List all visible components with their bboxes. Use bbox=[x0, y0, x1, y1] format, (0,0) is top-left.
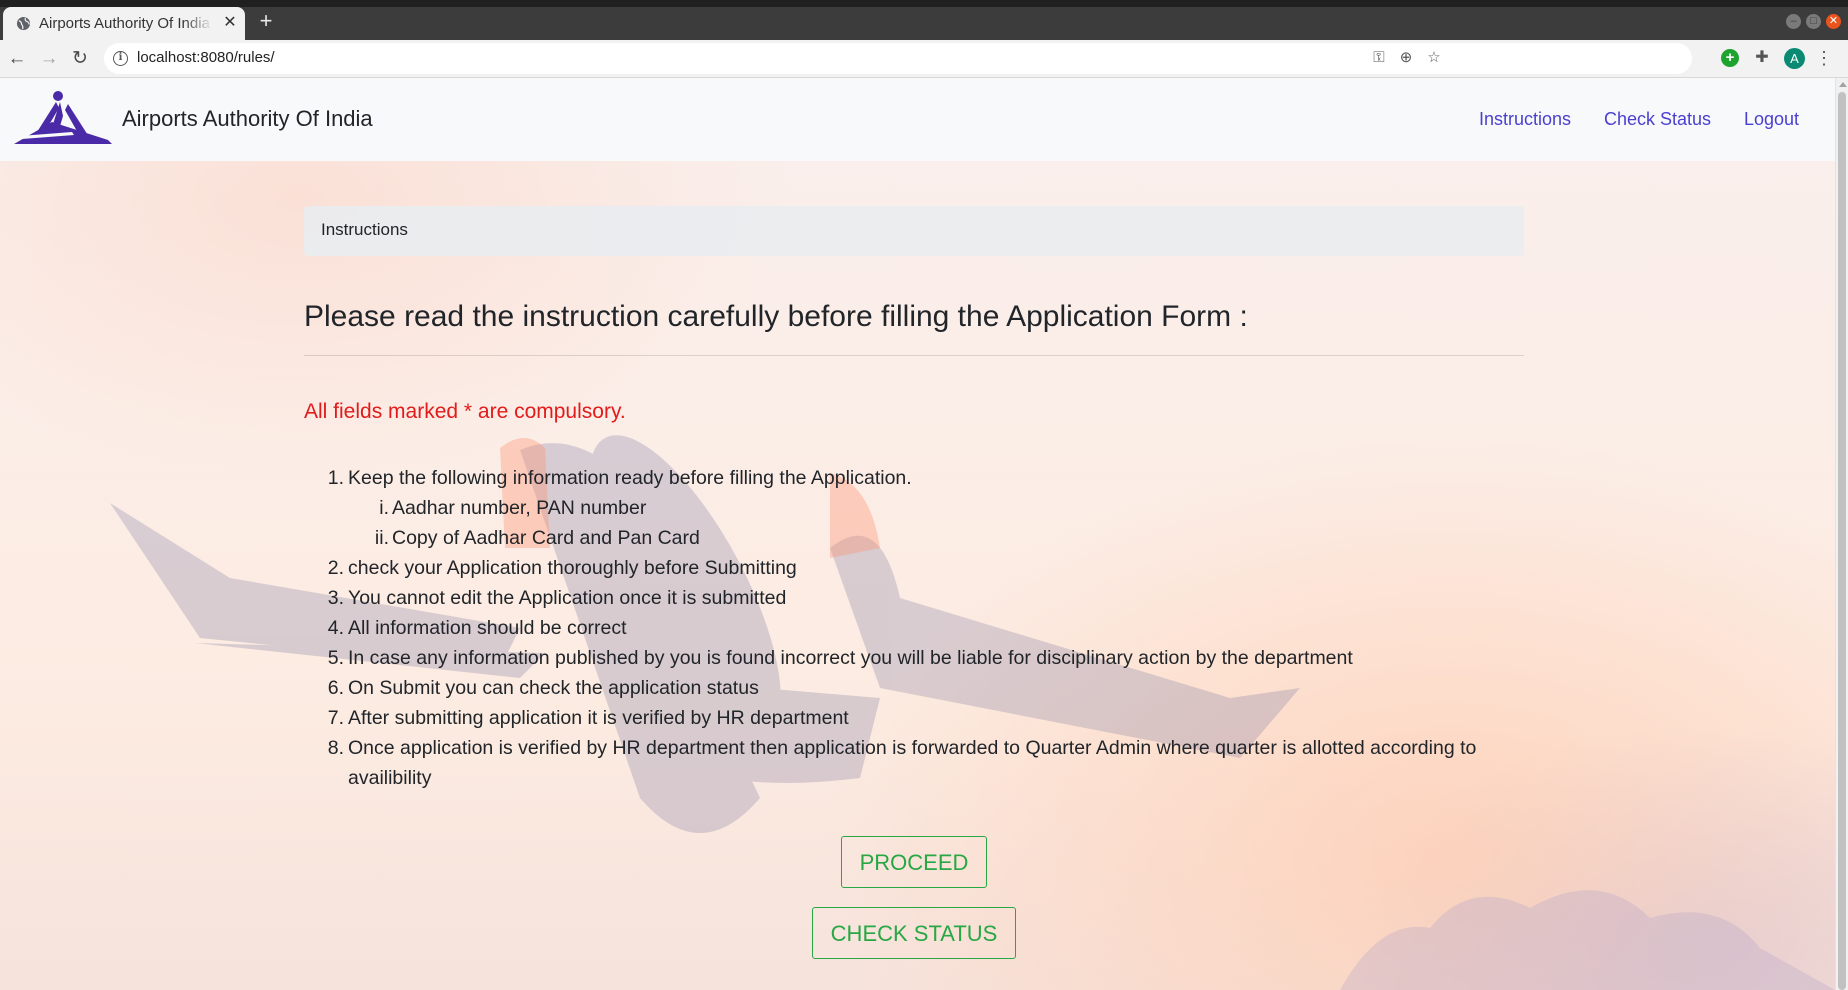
list-item-text: In case any information published by you… bbox=[348, 647, 1353, 669]
close-icon[interactable]: ✕ bbox=[220, 12, 240, 34]
reload-icon[interactable]: ↻ bbox=[69, 48, 91, 70]
more-menu-icon[interactable]: ⋮ bbox=[1815, 46, 1833, 70]
list-item-number: 4. bbox=[327, 617, 344, 639]
star-icon[interactable]: ☆ bbox=[1423, 47, 1445, 69]
list-item-text: Keep the following information ready bef… bbox=[348, 467, 912, 489]
sub-list-item: i. Aadhar number, PAN number bbox=[304, 493, 1524, 523]
breadcrumb-item: Instructions bbox=[321, 220, 408, 239]
list-item-text: On Submit you can check the application … bbox=[348, 677, 759, 699]
url-text[interactable]: localhost:8080/rules/ bbox=[137, 49, 275, 66]
minimize-button[interactable]: – bbox=[1786, 14, 1801, 29]
browser-toolbar: ← → ↻ i localhost:8080/rules/ ⚿ ⊕ ☆ + ✚ … bbox=[0, 40, 1848, 78]
sub-list-item-number: ii. bbox=[374, 527, 389, 549]
maximize-icon: □ bbox=[1810, 15, 1817, 27]
page-scrollbar[interactable] bbox=[1835, 78, 1848, 990]
site-navbar: Airports Authority Of India Instructions… bbox=[0, 78, 1835, 161]
list-item: 2. check your Application thoroughly bef… bbox=[304, 553, 1524, 583]
list-item-text: All information should be correct bbox=[348, 617, 627, 639]
puzzle-icon[interactable]: ✚ bbox=[1751, 47, 1773, 69]
address-bar[interactable]: i localhost:8080/rules/ ⚿ ⊕ ☆ bbox=[104, 43, 1692, 74]
new-tab-button[interactable]: + bbox=[255, 10, 277, 32]
scroll-up-arrow-icon[interactable] bbox=[1839, 82, 1847, 87]
sub-list-item-text: Aadhar number, PAN number bbox=[392, 497, 647, 519]
list-item-number: 1. bbox=[327, 467, 344, 489]
divider bbox=[304, 355, 1524, 356]
list-item-number: 8. bbox=[327, 737, 344, 759]
list-item-text: You cannot edit the Application once it … bbox=[348, 587, 787, 609]
instructions-list: 1. Keep the following information ready … bbox=[304, 463, 1524, 793]
list-item: 6. On Submit you can check the applicati… bbox=[304, 673, 1524, 703]
profile-avatar[interactable]: A bbox=[1784, 48, 1805, 69]
breadcrumb: Instructions bbox=[304, 206, 1524, 256]
back-arrow-icon[interactable]: ← bbox=[6, 48, 28, 70]
list-item-number: 2. bbox=[327, 557, 344, 579]
list-item-text: check your Application thoroughly before… bbox=[348, 557, 797, 579]
extension-add-icon[interactable]: + bbox=[1721, 49, 1739, 67]
key-icon[interactable]: ⚿ bbox=[1368, 47, 1390, 69]
nav-check-status-link[interactable]: Check Status bbox=[1604, 109, 1711, 130]
list-item-number: 7. bbox=[327, 707, 344, 729]
browser-tab[interactable]: Airports Authority Of India ✕ bbox=[3, 7, 245, 40]
list-item: 3. You cannot edit the Application once … bbox=[304, 583, 1524, 613]
required-fields-note: All fields marked * are compulsory. bbox=[304, 400, 626, 423]
page-viewport: Airports Authority Of India Instructions… bbox=[0, 78, 1835, 990]
site-info-icon[interactable]: i bbox=[113, 51, 128, 66]
maximize-button[interactable]: □ bbox=[1806, 14, 1821, 29]
page-title: Please read the instruction carefully be… bbox=[304, 300, 1248, 333]
tab-title-fade bbox=[183, 12, 213, 34]
check-status-button[interactable]: CHECK STATUS bbox=[812, 907, 1016, 959]
aai-logo-icon[interactable] bbox=[12, 88, 116, 146]
list-item-text: Once application is verified by HR depar… bbox=[348, 737, 1477, 789]
list-item: 7. After submitting application it is ve… bbox=[304, 703, 1524, 733]
title-bar bbox=[0, 0, 1848, 7]
list-item-number: 6. bbox=[327, 677, 344, 699]
sub-list-item: ii. Copy of Aadhar Card and Pan Card bbox=[304, 523, 1524, 553]
sub-list-item-number: i. bbox=[379, 497, 389, 519]
globe-icon bbox=[16, 16, 31, 31]
brand-name[interactable]: Airports Authority Of India bbox=[122, 106, 373, 132]
zoom-icon[interactable]: ⊕ bbox=[1395, 47, 1417, 69]
minimize-icon: – bbox=[1790, 15, 1797, 27]
window-close-icon: ✕ bbox=[1828, 15, 1839, 27]
list-item: 4. All information should be correct bbox=[304, 613, 1524, 643]
scrollbar-thumb[interactable] bbox=[1838, 92, 1846, 990]
list-item-number: 3. bbox=[327, 587, 344, 609]
forward-arrow-icon[interactable]: → bbox=[38, 48, 60, 70]
list-item-number: 5. bbox=[327, 647, 344, 669]
sub-list-item-text: Copy of Aadhar Card and Pan Card bbox=[392, 527, 700, 549]
list-item: 8. Once application is verified by HR de… bbox=[304, 733, 1524, 793]
list-item: 1. Keep the following information ready … bbox=[304, 463, 1524, 493]
nav-instructions-link[interactable]: Instructions bbox=[1479, 109, 1571, 130]
nav-logout-link[interactable]: Logout bbox=[1744, 109, 1799, 130]
list-item-text: After submitting application it is verif… bbox=[348, 707, 849, 729]
browser-tab-strip: Airports Authority Of India ✕ + – □ ✕ bbox=[0, 0, 1848, 40]
proceed-button[interactable]: PROCEED bbox=[841, 836, 987, 888]
window-close-button[interactable]: ✕ bbox=[1826, 14, 1841, 29]
list-item: 5. In case any information published by … bbox=[304, 643, 1524, 673]
